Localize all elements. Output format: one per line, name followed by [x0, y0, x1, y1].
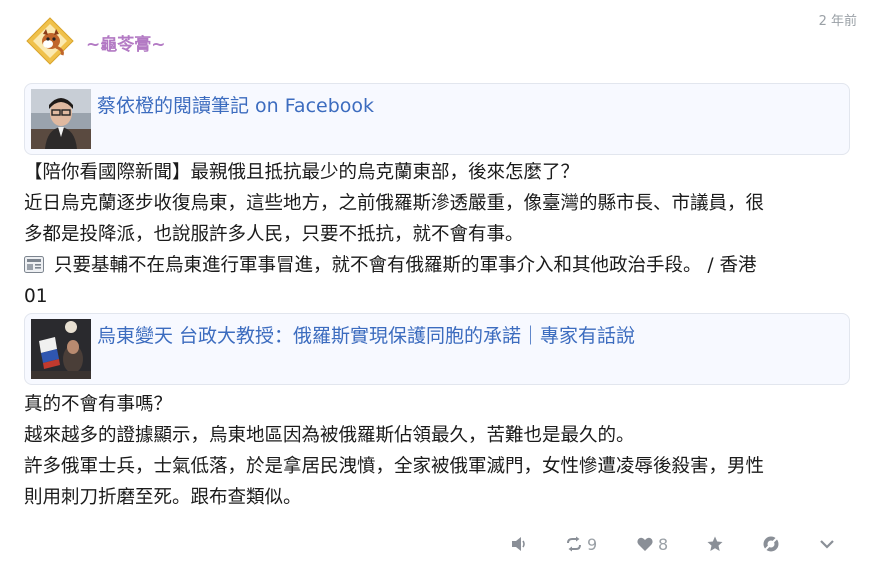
- like-button[interactable]: 8: [636, 532, 668, 556]
- link-card-news[interactable]: 烏東變天 台政大教授：俄羅斯實現保護同胞的承諾｜專家有話說: [24, 313, 850, 385]
- boost-count: 9: [587, 534, 598, 554]
- boost-button[interactable]: 9: [565, 532, 597, 556]
- post-body-part-2: 真的不會有事嗎？ 越來越多的證據顯示，烏東地區因為被俄羅斯佔領最久，苦難也是最久…: [24, 389, 854, 513]
- body-line: 多都是投降派，也說服許多人民，只要不抵抗，就不會有事。: [24, 224, 524, 245]
- more-button[interactable]: [818, 532, 836, 556]
- body-line: 近日烏克蘭逐步收復烏東，這些地方，之前俄羅斯滲透嚴重，像臺灣的縣市長、市議員，很: [24, 193, 765, 214]
- post-body-part-1: 【陪你看國際新聞】最親俄且抵抗最少的烏克蘭東部，後來怎麼了？ 近日烏克蘭逐步收復…: [24, 157, 854, 312]
- card-title[interactable]: 烏東變天 台政大教授：俄羅斯實現保護同胞的承諾｜專家有話說: [97, 321, 635, 348]
- news-icon: [24, 252, 44, 273]
- body-line-with-icon: 只要基輔不在烏東進行軍事冒進，就不會有俄羅斯的軍事介入和其他政治手段。 / 香港: [24, 250, 854, 281]
- body-line: 越來越多的證據顯示，烏東地區因為被俄羅斯佔領最久，苦難也是最久的。: [24, 425, 635, 446]
- post-timestamp[interactable]: 2 年前: [819, 10, 857, 29]
- link-card-facebook[interactable]: 蔡依橙的閱讀筆記 on Facebook: [24, 83, 850, 155]
- post: 2 年前 ~龜苓膏~ 蔡依橙的閱讀筆記 on Facebook 【陪你看國際新聞…: [0, 0, 871, 575]
- body-line-text: 只要基輔不在烏東進行軍事冒進，就不會有俄羅斯的軍事介入和其他政治手段。 / 香港: [54, 255, 757, 276]
- boost-icon: [567, 536, 581, 552]
- card-thumbnail: [31, 319, 91, 379]
- hide-icon: [763, 536, 779, 552]
- card-thumbnail: [31, 89, 91, 149]
- news-photo-icon: [31, 319, 91, 379]
- favourite-button[interactable]: [706, 532, 724, 556]
- speak-button[interactable]: [510, 532, 528, 556]
- person-photo-icon: [31, 89, 91, 149]
- avatar-icon: [26, 17, 74, 65]
- author-avatar[interactable]: [26, 17, 74, 65]
- action-bar: 9 8: [0, 532, 871, 556]
- like-count: 8: [658, 534, 669, 554]
- heart-icon: [637, 537, 653, 551]
- speak-icon: [512, 537, 525, 551]
- chevron-down-icon: [820, 540, 834, 549]
- card-title[interactable]: 蔡依橙的閱讀筆記 on Facebook: [97, 91, 374, 118]
- body-line: 則用刺刀折磨至死。跟布查類似。: [24, 487, 302, 508]
- star-icon: [707, 536, 723, 551]
- body-line: 01: [24, 286, 48, 307]
- body-line: 【陪你看國際新聞】最親俄且抵抗最少的烏克蘭東部，後來怎麼了？: [24, 162, 580, 183]
- author-name[interactable]: ~龜苓膏~: [86, 30, 166, 55]
- hide-button[interactable]: [762, 532, 780, 556]
- body-line: 許多俄軍士兵，士氣低落，於是拿居民洩憤，全家被俄軍滅門，女性慘遭凌辱後殺害，男性: [24, 456, 765, 477]
- body-line: 真的不會有事嗎？: [24, 394, 173, 415]
